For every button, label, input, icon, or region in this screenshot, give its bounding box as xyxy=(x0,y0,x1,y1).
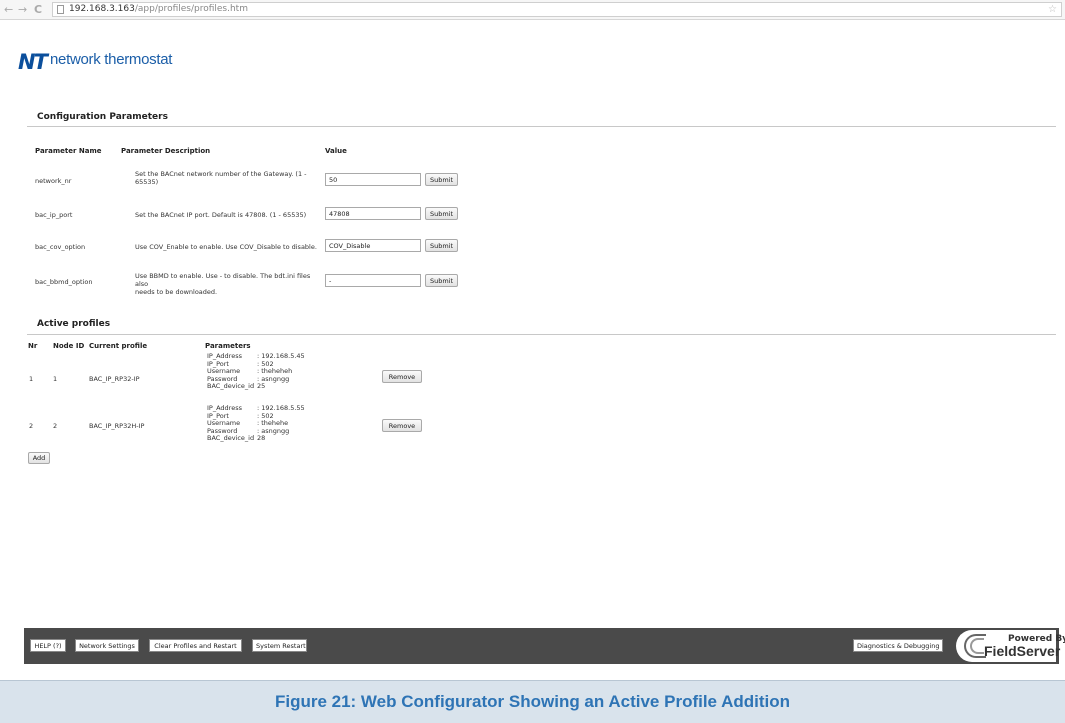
fieldserver-inner-arc-icon xyxy=(970,638,984,654)
profile-parameters: IP_Address: 192.168.5.55 IP_Port: 502 Us… xyxy=(207,404,305,443)
header-value: Value xyxy=(325,147,347,155)
profile-name: BAC_IP_RP32H-IP xyxy=(89,422,145,430)
profile-node-id: 1 xyxy=(53,375,58,383)
network-settings-button[interactable]: Network Settings xyxy=(75,639,139,652)
header-parameters: Parameters xyxy=(205,342,251,350)
header-node-id: Node ID xyxy=(53,342,85,350)
profiles-divider xyxy=(27,334,1056,335)
submit-bac-cov-option-button[interactable]: Submit xyxy=(425,239,458,252)
header-parameter-name: Parameter Name xyxy=(35,147,102,155)
figure-caption-area: Figure 21: Web Configurator Showing an A… xyxy=(0,680,1065,723)
remove-profile-2-button[interactable]: Remove xyxy=(382,419,422,432)
bookmark-star-icon[interactable]: ☆ xyxy=(1048,3,1057,16)
footer-toolbar: HELP (?) Network Settings Clear Profiles… xyxy=(24,628,1065,664)
param-description-line: 65535) xyxy=(135,178,159,186)
network-nr-input[interactable] xyxy=(325,173,421,186)
profile-nr: 2 xyxy=(29,422,34,430)
param-description-line: Use COV_Enable to enable. Use COV_Disabl… xyxy=(135,243,317,251)
browser-toolbar: ← → C 192.168.3.163/app/profiles/profile… xyxy=(0,0,1065,20)
fieldserver-logo: Powered By FieldServer xyxy=(956,630,1065,662)
header-nr: Nr xyxy=(28,342,38,350)
back-arrow-icon[interactable]: ← xyxy=(4,3,13,16)
param-description: Set the BACnet IP port. Default is 47808… xyxy=(135,211,325,219)
url-host: 192.168.3.163 xyxy=(69,4,135,14)
param-description: Use COV_Enable to enable. Use COV_Disabl… xyxy=(135,243,325,251)
bac-cov-option-input[interactable] xyxy=(325,239,421,252)
profiles-section-title: Active profiles xyxy=(37,319,111,329)
profile-nr: 1 xyxy=(29,375,34,383)
param-key: BAC_device_id xyxy=(207,434,255,443)
param-value: 28 xyxy=(257,434,266,443)
profile-parameters: IP_Address: 192.168.5.45 IP_Port: 502 Us… xyxy=(207,352,305,391)
param-description: Set the BACnet network number of the Gat… xyxy=(135,170,325,186)
submit-network-nr-button[interactable]: Submit xyxy=(425,173,458,186)
param-description-line: Set the BACnet IP port. Default is 47808… xyxy=(135,211,307,219)
system-restart-button[interactable]: System Restart xyxy=(252,639,307,652)
param-name: bac_ip_port xyxy=(35,211,73,219)
param-key: BAC_device_id xyxy=(207,382,255,391)
submit-bac-bbmd-option-button[interactable]: Submit xyxy=(425,274,458,287)
param-row: BAC_device_id 25 xyxy=(207,383,305,391)
clear-profiles-restart-button[interactable]: Clear Profiles and Restart xyxy=(149,639,242,652)
page-icon xyxy=(57,5,64,14)
url-path: /app/profiles/profiles.htm xyxy=(134,4,248,14)
param-name: network_nr xyxy=(35,177,72,185)
param-name: bac_cov_option xyxy=(35,243,86,251)
add-profile-button[interactable]: Add xyxy=(28,452,50,464)
submit-bac-ip-port-button[interactable]: Submit xyxy=(425,207,458,220)
param-description-line: Use BBMD to enable. Use - to disable. Th… xyxy=(135,272,311,288)
remove-profile-1-button[interactable]: Remove xyxy=(382,370,422,383)
config-divider xyxy=(27,126,1056,127)
figure-caption: Figure 21: Web Configurator Showing an A… xyxy=(274,692,791,711)
param-row: BAC_device_id 28 xyxy=(207,435,305,443)
bac-ip-port-input[interactable] xyxy=(325,207,421,220)
address-bar[interactable]: 192.168.3.163/app/profiles/profiles.htm … xyxy=(52,2,1062,17)
help-button[interactable]: HELP (?) xyxy=(30,639,66,652)
header-parameter-description: Parameter Description xyxy=(121,147,211,155)
profile-node-id: 2 xyxy=(53,422,58,430)
diagnostics-debugging-button[interactable]: Diagnostics & Debugging xyxy=(853,639,943,652)
logo-mark: NT xyxy=(18,50,48,74)
config-section-title: Configuration Parameters xyxy=(37,112,168,122)
header-current-profile: Current profile xyxy=(89,342,148,350)
profile-name: BAC_IP_RP32-IP xyxy=(89,375,140,383)
reload-icon[interactable]: C xyxy=(34,3,42,16)
fieldserver-brand-text: FieldServer xyxy=(984,643,1061,659)
param-description: Use BBMD to enable. Use - to disable. Th… xyxy=(135,272,325,296)
param-value: 25 xyxy=(257,382,266,391)
bac-bbmd-option-input[interactable] xyxy=(325,274,421,287)
forward-arrow-icon[interactable]: → xyxy=(18,3,27,16)
param-description-line: Set the BACnet network number of the Gat… xyxy=(135,170,307,178)
logo-text: network thermostat xyxy=(50,51,173,68)
param-name: bac_bbmd_option xyxy=(35,278,93,286)
param-description-line: needs to be downloaded. xyxy=(135,288,218,296)
